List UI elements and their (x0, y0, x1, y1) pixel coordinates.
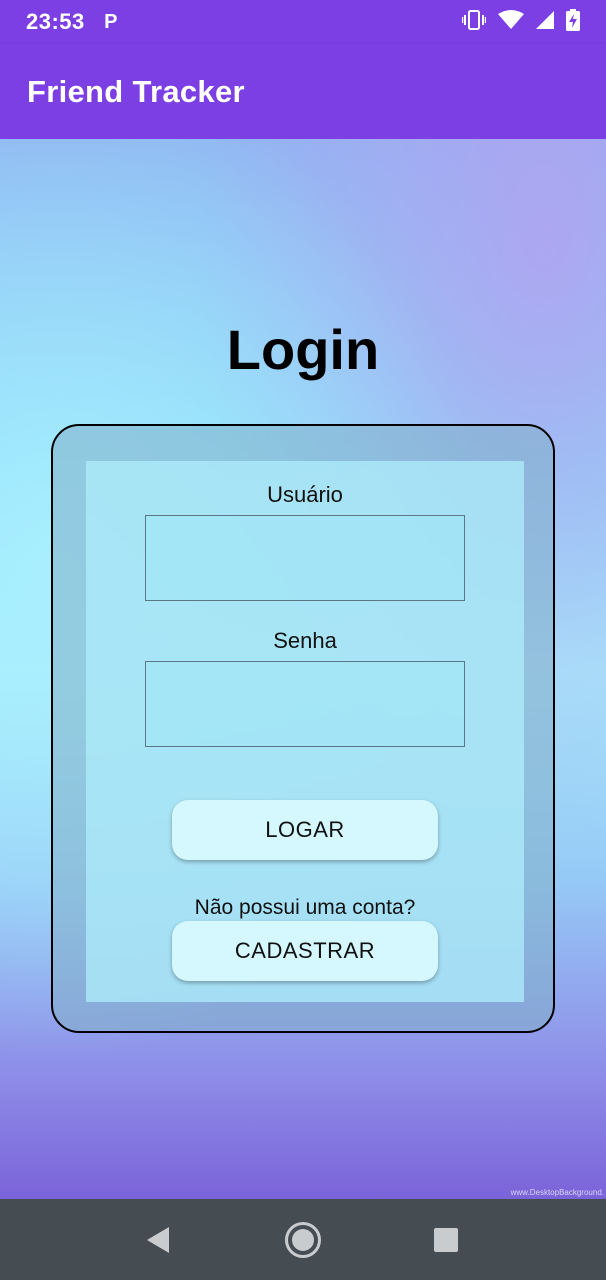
status-icons (461, 8, 580, 36)
login-form: Usuário Senha LOGAR Não possui uma conta… (86, 461, 524, 1002)
recents-icon[interactable] (429, 1223, 463, 1257)
password-input[interactable] (145, 661, 465, 747)
status-bar: 23:53 P (0, 0, 606, 44)
page-title: Login (226, 318, 380, 381)
home-icon[interactable] (284, 1221, 322, 1259)
wifi-icon (498, 9, 524, 35)
app-bar: Friend Tracker (0, 44, 606, 139)
register-button[interactable]: CADASTRAR (172, 921, 438, 981)
battery-charging-icon (566, 8, 580, 36)
login-button[interactable]: LOGAR (172, 800, 438, 860)
navigation-bar (0, 1199, 606, 1280)
login-card: Usuário Senha LOGAR Não possui uma conta… (51, 424, 555, 1033)
back-icon[interactable] (141, 1223, 175, 1257)
no-account-text: Não possui uma conta? (194, 896, 416, 919)
background-watermark: www.DesktopBackground. (510, 1188, 604, 1197)
password-label: Senha (273, 628, 337, 653)
login-screen: Login Usuário Senha LOGAR Não possui uma… (0, 139, 606, 1199)
vibrate-icon (461, 9, 487, 36)
status-time: 23:53 (26, 9, 85, 34)
signal-icon (536, 10, 554, 34)
username-input[interactable] (145, 515, 465, 601)
app-title: Friend Tracker (27, 73, 245, 109)
username-label: Usuário (267, 482, 343, 507)
parking-icon: P (104, 10, 118, 33)
